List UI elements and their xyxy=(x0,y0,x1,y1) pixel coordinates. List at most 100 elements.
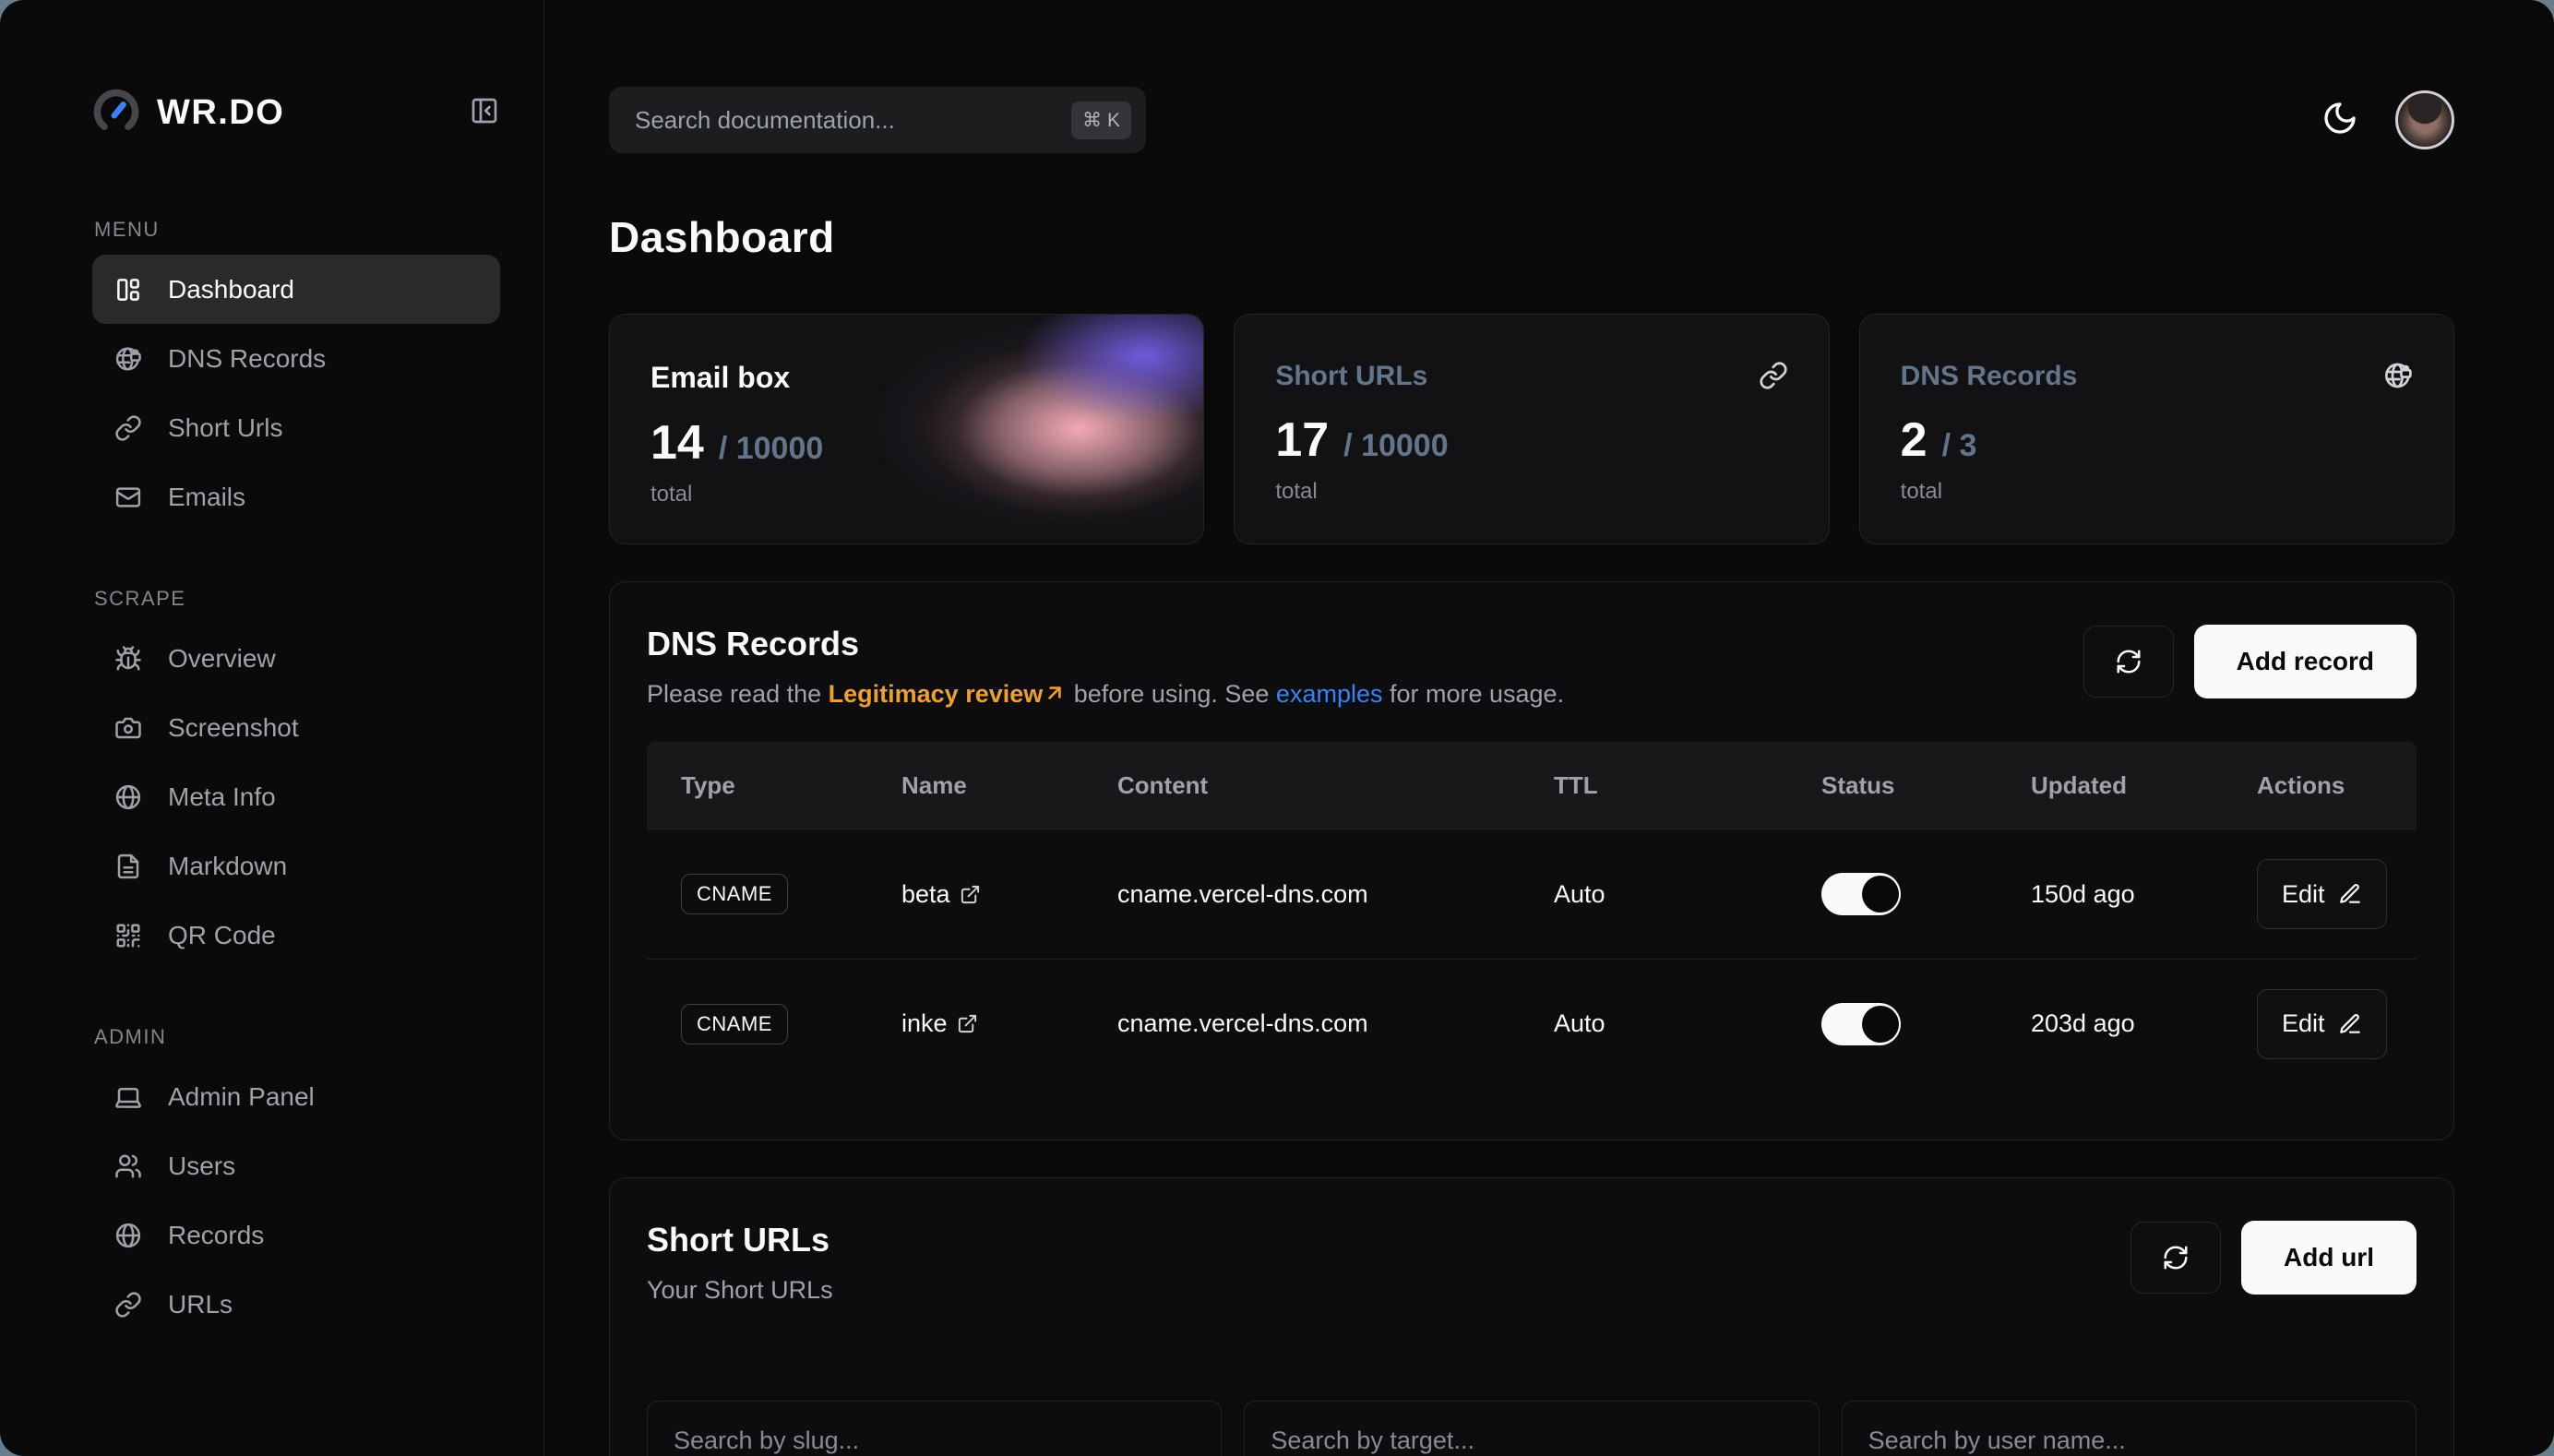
toggle-knob xyxy=(1862,876,1899,913)
legitimacy-review-link[interactable]: Legitimacy review xyxy=(829,680,1068,708)
sidebar-item-label: Dashboard xyxy=(168,275,294,304)
sidebar-item-records[interactable]: Records xyxy=(92,1200,500,1270)
sidebar-section-label: MENU xyxy=(94,218,499,242)
sidebar-item-screenshot[interactable]: Screenshot xyxy=(92,693,500,762)
stats-row: Email box 14 / 10000 total Short URLs 17… xyxy=(609,314,2454,544)
record-status-toggle[interactable] xyxy=(1821,1003,1901,1045)
sidebar-item-label: URLs xyxy=(168,1290,233,1319)
sidebar-item-label: DNS Records xyxy=(168,344,326,374)
record-name: beta xyxy=(901,880,950,909)
sidebar-item-label: Short Urls xyxy=(168,413,282,443)
sidebar-item-label: Screenshot xyxy=(168,713,299,743)
sidebar-item-markdown[interactable]: Markdown xyxy=(92,831,500,901)
layout-dashboard-icon xyxy=(114,276,142,304)
column-header-actions: Actions xyxy=(2257,771,2417,800)
link-icon xyxy=(114,1291,142,1319)
sidebar: WR.DO MENU Dashboard DNS Records Short Urls… xyxy=(0,0,544,1456)
refresh-urls-button[interactable] xyxy=(2130,1222,2221,1294)
sidebar-item-admin-panel[interactable]: Admin Panel xyxy=(92,1062,500,1131)
stat-limit: / 3 xyxy=(1942,428,1977,464)
edit-label: Edit xyxy=(2282,880,2325,909)
record-type-badge: CNAME xyxy=(681,874,788,914)
examples-link[interactable]: examples xyxy=(1276,680,1383,708)
sidebar-item-dns-records[interactable]: DNS Records xyxy=(92,324,500,393)
external-link-icon xyxy=(957,1013,978,1034)
record-ttl: Auto xyxy=(1554,880,1821,909)
link-icon xyxy=(114,414,142,442)
sidebar-section-label: ADMIN xyxy=(94,1025,499,1049)
record-updated: 203d ago xyxy=(2031,1009,2257,1038)
record-status-toggle[interactable] xyxy=(1821,873,1901,915)
edit-record-button[interactable]: Edit xyxy=(2257,859,2387,929)
sidebar-item-short-urls[interactable]: Short Urls xyxy=(92,393,500,462)
stat-card-short-urls: Short URLs 17 / 10000 total xyxy=(1234,314,1829,544)
add-record-button[interactable]: Add record xyxy=(2194,625,2417,698)
record-ttl: Auto xyxy=(1554,1009,1821,1038)
pencil-icon xyxy=(2338,882,2362,906)
url-filters-row xyxy=(647,1401,2417,1456)
sidebar-section-label: SCRAPE xyxy=(94,587,499,611)
stat-title: Short URLs xyxy=(1275,361,1427,392)
globe-lock-icon xyxy=(114,345,142,373)
urls-panel-title: Short URLs xyxy=(647,1221,833,1259)
bug-icon xyxy=(114,645,142,673)
sidebar-item-label: Overview xyxy=(168,644,276,674)
sidebar-item-users[interactable]: Users xyxy=(92,1131,500,1200)
toggle-knob xyxy=(1862,1006,1899,1043)
url-filter-input-slug[interactable] xyxy=(647,1401,1222,1456)
sidebar-item-dashboard[interactable]: Dashboard xyxy=(92,255,500,324)
sidebar-header: WR.DO xyxy=(92,89,499,137)
file-text-icon xyxy=(114,853,142,880)
app-name: WR.DO xyxy=(157,93,284,133)
urls-panel-subtitle: Your Short URLs xyxy=(647,1276,833,1305)
stat-value: 17 xyxy=(1275,412,1329,468)
sidebar-section-admin: ADMIN Admin Panel Users Records URLs xyxy=(92,1025,499,1339)
dns-records-table: TypeNameContentTTLStatusUpdatedActions C… xyxy=(647,742,2417,1088)
record-updated: 150d ago xyxy=(2031,880,2257,909)
column-header-ttl: TTL xyxy=(1554,771,1821,800)
theme-toggle-button[interactable] xyxy=(2321,100,2358,141)
topbar: ⌘ K xyxy=(609,87,2454,153)
refresh-records-button[interactable] xyxy=(2083,626,2174,698)
users-icon xyxy=(114,1152,142,1180)
url-filter-input-target[interactable] xyxy=(1244,1401,1819,1456)
search-input[interactable] xyxy=(633,105,1071,136)
sidebar-item-meta-info[interactable]: Meta Info xyxy=(92,762,500,831)
stat-caption: total xyxy=(650,482,1163,507)
sidebar-section-scrape: SCRAPE Overview Screenshot Meta InfoMarkdow… xyxy=(92,587,499,970)
sidebar-item-overview[interactable]: Overview xyxy=(92,624,500,693)
short-urls-panel: Short URLs Your Short URLs Add url xyxy=(609,1177,2454,1456)
record-name-link[interactable]: beta xyxy=(901,880,1117,909)
sidebar-item-label: Users xyxy=(168,1152,235,1181)
record-name: inke xyxy=(901,1009,948,1038)
sidebar-item-label: Emails xyxy=(168,483,245,512)
sidebar-item-urls[interactable]: URLs xyxy=(92,1270,500,1339)
sidebar-item-emails[interactable]: Emails xyxy=(92,462,500,531)
sidebar-item-qr-code[interactable]: QR Code xyxy=(92,901,500,970)
arrow-up-right-icon xyxy=(1043,681,1067,705)
stat-value: 2 xyxy=(1901,412,1927,468)
app-logo[interactable]: WR.DO xyxy=(92,89,284,137)
sidebar-collapse-button[interactable] xyxy=(470,96,499,130)
user-avatar[interactable] xyxy=(2395,90,2454,149)
stat-value: 14 xyxy=(650,415,704,471)
link-icon xyxy=(1759,361,1788,390)
external-link-icon xyxy=(960,884,981,905)
globe-icon xyxy=(114,783,142,811)
moon-icon xyxy=(2321,100,2358,137)
desc-text: before using. See xyxy=(1067,680,1276,708)
search-box[interactable]: ⌘ K xyxy=(609,87,1146,153)
sidebar-section-menu: MENU Dashboard DNS Records Short Urls Emails xyxy=(92,218,499,531)
record-name-link[interactable]: inke xyxy=(901,1009,1117,1038)
stat-title: Email box xyxy=(650,361,790,395)
column-header-type: Type xyxy=(681,771,901,800)
main-content: ⌘ K Dashboard Email box 14 / 10000 total xyxy=(544,0,2554,1456)
edit-record-button[interactable]: Edit xyxy=(2257,989,2387,1059)
dns-panel-description: Please read the Legitimacy review before… xyxy=(647,680,1564,709)
app-window: WR.DO MENU Dashboard DNS Records Short Urls… xyxy=(0,0,2554,1456)
sidebar-item-label: QR Code xyxy=(168,921,276,950)
panel-left-close-icon xyxy=(470,96,499,125)
url-filter-input-user-name[interactable] xyxy=(1842,1401,2417,1456)
pencil-icon xyxy=(2338,1012,2362,1036)
add-url-button[interactable]: Add url xyxy=(2241,1221,2417,1295)
